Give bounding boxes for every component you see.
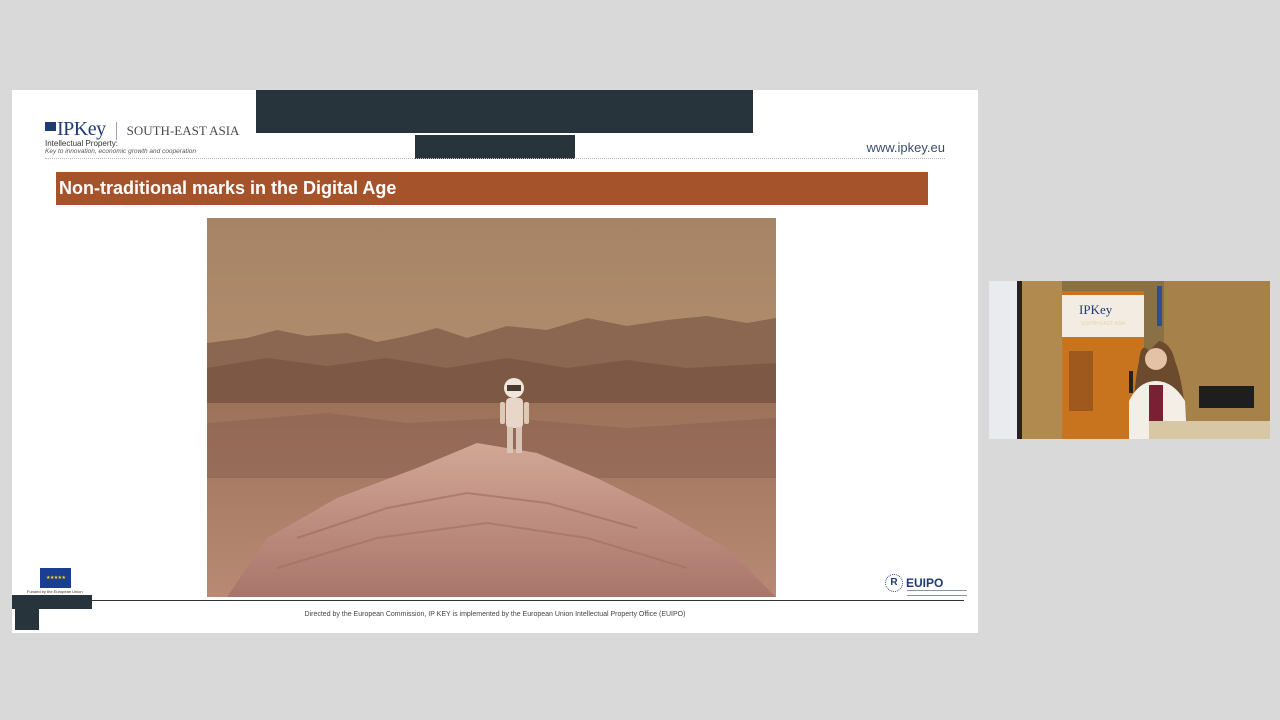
logo-tagline: Key to innovation, economic growth and c… <box>45 148 197 155</box>
footer-divider <box>92 600 964 601</box>
website-url: www.ipkey.eu <box>866 140 945 155</box>
euipo-r-icon: R <box>885 574 903 592</box>
ipkey-brand-text: IPKey <box>57 118 106 140</box>
eu-stars: ★ ★ ★ ★ ★ <box>46 575 66 581</box>
euipo-wordmark: EUIPO <box>906 576 944 590</box>
astronaut-desert-photo <box>207 218 776 597</box>
ipkey-logo: IPKey SOUTH-EAST ASIA <box>45 118 239 141</box>
logo-separator <box>115 121 117 140</box>
redaction-block-top <box>256 90 753 133</box>
ipkey-flag-icon <box>45 122 56 131</box>
slide-title: Non-traditional marks in the Digital Age <box>56 172 928 205</box>
eu-flag-icon: ★ ★ ★ ★ ★ <box>40 568 71 588</box>
logo-subtitle: Intellectual Property: <box>45 139 118 148</box>
logo-region-text: SOUTH-EAST ASIA <box>126 122 240 138</box>
video-banner-brand: IPKey <box>1079 302 1113 317</box>
redaction-block-middle <box>415 135 575 159</box>
footer-text: Directed by the European Commission, IP … <box>304 611 686 618</box>
euipo-subtext-lines <box>907 590 967 596</box>
euipo-logo: R EUIPO <box>885 574 967 596</box>
redaction-block-bottom-left <box>12 595 92 609</box>
speaker-video-feed[interactable]: IPKey SOUTH-EAST ASIA <box>989 281 1270 439</box>
video-banner-region: SOUTH-EAST ASIA <box>1081 321 1126 327</box>
eu-funding-caption: Funded by the European Union <box>27 589 83 594</box>
presentation-slide: IPKey SOUTH-EAST ASIA Intellectual Proper… <box>12 90 978 633</box>
header-divider <box>45 158 945 159</box>
